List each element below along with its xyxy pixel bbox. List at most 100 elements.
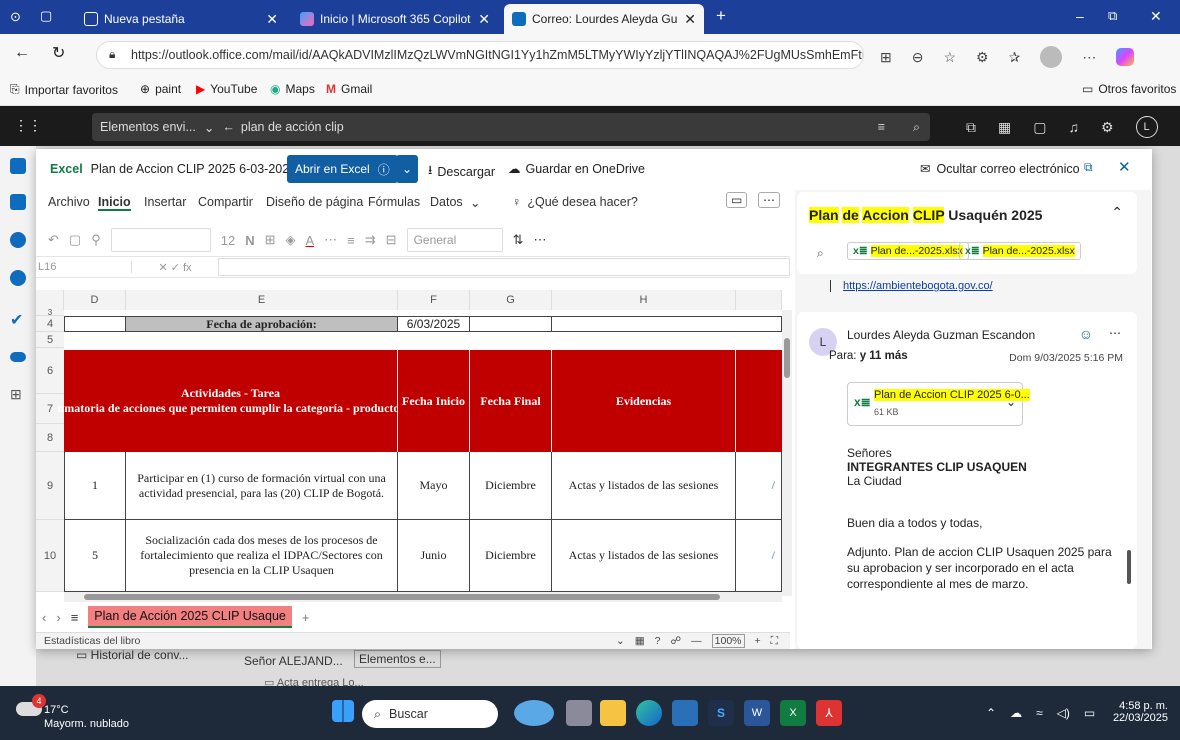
back-icon[interactable]: ← xyxy=(14,44,30,62)
menu-formulas[interactable]: Fórmulas xyxy=(368,195,420,209)
view-icon[interactable]: ▦ xyxy=(635,635,645,647)
add-sheet-icon[interactable]: + xyxy=(302,610,310,625)
font-color-icon[interactable]: A xyxy=(306,233,315,248)
close-icon[interactable]: ✕ xyxy=(1118,158,1131,176)
close-tab-icon[interactable]: ✕ xyxy=(478,11,490,28)
onedrive-icon[interactable]: ☁ xyxy=(1010,706,1022,720)
sender-name[interactable]: Lourdes Aleyda Guzman Escandon xyxy=(847,328,1035,342)
close-window-button[interactable]: ✕ xyxy=(1150,8,1162,25)
sheet-tab[interactable]: Plan de Acción 2025 CLIP Usaque xyxy=(88,606,292,628)
format-painter-icon[interactable]: ⚲ xyxy=(91,232,101,248)
cell-evidence[interactable]: Actas y listados de las sesiones xyxy=(552,452,736,520)
battery-icon[interactable]: ▭ xyxy=(1084,706,1095,720)
download-button[interactable]: ⭳ Descargar xyxy=(428,161,495,182)
calendar-icon[interactable] xyxy=(10,194,26,210)
start-icon[interactable] xyxy=(332,700,354,722)
header-activities[interactable]: Actividades - Tarea umatoria de acciones… xyxy=(58,350,403,452)
clock[interactable]: 4:58 p. m. 22/03/2025 xyxy=(1108,700,1168,724)
app-icon[interactable]: S xyxy=(708,700,734,726)
other-favorites[interactable]: ▭ Otros favoritos xyxy=(1082,82,1176,96)
header-evidence[interactable]: Evidencias xyxy=(552,350,736,452)
scroll-thumb[interactable] xyxy=(784,338,790,378)
borders-icon[interactable]: ⊞ xyxy=(265,232,276,248)
chevron-down-icon[interactable]: ⌄ xyxy=(616,635,625,647)
undo-icon[interactable]: ↶ xyxy=(48,232,59,248)
header-start[interactable]: Fecha Inicio xyxy=(398,350,470,452)
folder-history[interactable]: ▭ Historial de conv... xyxy=(76,648,189,662)
more-options-button[interactable]: ⋯ xyxy=(758,192,780,208)
cell-start[interactable]: Junio xyxy=(398,520,470,592)
cell[interactable] xyxy=(552,316,782,332)
emoji-icon[interactable]: ☺ xyxy=(1079,326,1093,342)
refresh-icon[interactable]: ↻ xyxy=(52,43,65,63)
more-icon[interactable]: ⋯ xyxy=(1082,49,1096,66)
row-header[interactable]: 6 xyxy=(36,348,64,394)
extensions-icon[interactable]: ⚙ xyxy=(976,49,989,66)
row-header[interactable]: 4 xyxy=(36,316,64,332)
cell-evidence[interactable]: Actas y listados de las sesiones xyxy=(552,520,736,592)
menu-compartir[interactable]: Compartir xyxy=(198,195,253,209)
merge-icon[interactable]: ⊟ xyxy=(386,232,397,248)
taskbar-search[interactable]: ⌕ Buscar xyxy=(362,700,498,728)
col-header[interactable]: D xyxy=(64,290,126,310)
formula-input[interactable] xyxy=(218,258,790,276)
align-icon[interactable]: ≡ xyxy=(347,233,355,248)
groups-icon[interactable] xyxy=(10,270,26,286)
row-header[interactable]: 8 xyxy=(36,424,64,452)
attachment-chip[interactable]: x≣ Plan de...-2025.xlsx xyxy=(847,242,969,260)
cell-link[interactable]: / xyxy=(736,452,782,520)
scroll-thumb[interactable] xyxy=(1127,550,1131,584)
store-icon[interactable] xyxy=(672,700,698,726)
fullscreen-icon[interactable]: ⛶ xyxy=(771,635,778,648)
bold-icon[interactable]: N xyxy=(245,233,254,248)
todo-icon[interactable]: ✔ xyxy=(10,310,23,330)
font-family-select[interactable] xyxy=(110,228,211,252)
header-end[interactable]: Fecha Final xyxy=(470,350,552,452)
tab-copilot[interactable]: Inicio | Microsoft 365 Copilot ✕ xyxy=(292,4,498,34)
avatar[interactable] xyxy=(1040,46,1063,68)
filter-icon[interactable]: ≡ xyxy=(878,120,885,134)
search-input[interactable]: Elementos envi... ⌄ ← plan de acción cli… xyxy=(92,113,930,141)
recipients[interactable]: Para: y 11 más xyxy=(829,350,908,362)
cell-activity[interactable]: Socialización cada dos meses de los proc… xyxy=(126,520,398,592)
hide-mail-button[interactable]: ✉ Ocultar correo electrónico xyxy=(920,161,1080,177)
col-header[interactable] xyxy=(736,290,782,310)
attachment-card[interactable]: x≣ Plan de Accion CLIP 2025 6-0... 61 KB… xyxy=(847,382,1030,426)
edge-icon[interactable] xyxy=(636,700,662,726)
search-icon[interactable]: ⌕ xyxy=(913,120,920,135)
tab-new[interactable]: Nueva pestaña ✕ xyxy=(76,4,286,34)
approval-date[interactable]: 6/03/2025 xyxy=(398,316,470,332)
cell-link[interactable]: / xyxy=(736,520,782,592)
font-size-select[interactable]: 12 xyxy=(221,233,235,248)
col-header[interactable]: H xyxy=(552,290,736,310)
name-box[interactable]: L16 xyxy=(36,261,132,273)
open-options-button[interactable]: ⌄ xyxy=(396,155,418,183)
volume-icon[interactable]: ◁) xyxy=(1057,706,1070,720)
teams-icon[interactable]: ⧉ xyxy=(966,119,976,136)
tab-outlook[interactable]: Correo: Lourdes Aleyda Guzman E✕ xyxy=(504,4,704,34)
open-in-excel-button[interactable]: Abrir en Excel ⓘ xyxy=(287,155,398,183)
chevron-down-icon[interactable]: ⌄ xyxy=(1006,395,1016,409)
scroll-thumb[interactable] xyxy=(84,594,720,600)
excel-taskbar-icon[interactable]: X xyxy=(780,700,806,726)
chat-icon[interactable]: ▢ xyxy=(1033,119,1046,136)
favorites-icon[interactable]: ✰ xyxy=(1009,49,1021,66)
menu-archivo[interactable]: Archivo xyxy=(48,195,90,209)
cell-num[interactable]: 1 xyxy=(64,452,126,520)
number-format-select[interactable]: General xyxy=(406,228,503,252)
cell-end[interactable]: Diciembre xyxy=(470,520,552,592)
zoom-in-icon[interactable]: + xyxy=(755,635,761,647)
close-tab-icon[interactable]: ✕ xyxy=(266,11,278,28)
widgets-icon[interactable] xyxy=(514,700,554,726)
more-icon[interactable]: ⋯ xyxy=(324,232,337,248)
wifi-icon[interactable]: ≈ xyxy=(1036,706,1043,720)
fill-color-icon[interactable]: ◈ xyxy=(286,232,296,248)
cell-activity[interactable]: Participar en (1) curso de formación vir… xyxy=(126,452,398,520)
url-field[interactable]: 🔒︎ https://outlook.office.com/mail/id/AA… xyxy=(96,41,864,69)
mail-icon[interactable] xyxy=(10,158,26,174)
cell-num[interactable]: 5 xyxy=(64,520,126,592)
profile-icon[interactable]: ⊙ xyxy=(10,9,21,25)
people-icon[interactable] xyxy=(10,232,26,248)
more-icon[interactable]: ⋯ xyxy=(533,232,546,248)
wrap-icon[interactable]: ⇉ xyxy=(365,232,376,248)
